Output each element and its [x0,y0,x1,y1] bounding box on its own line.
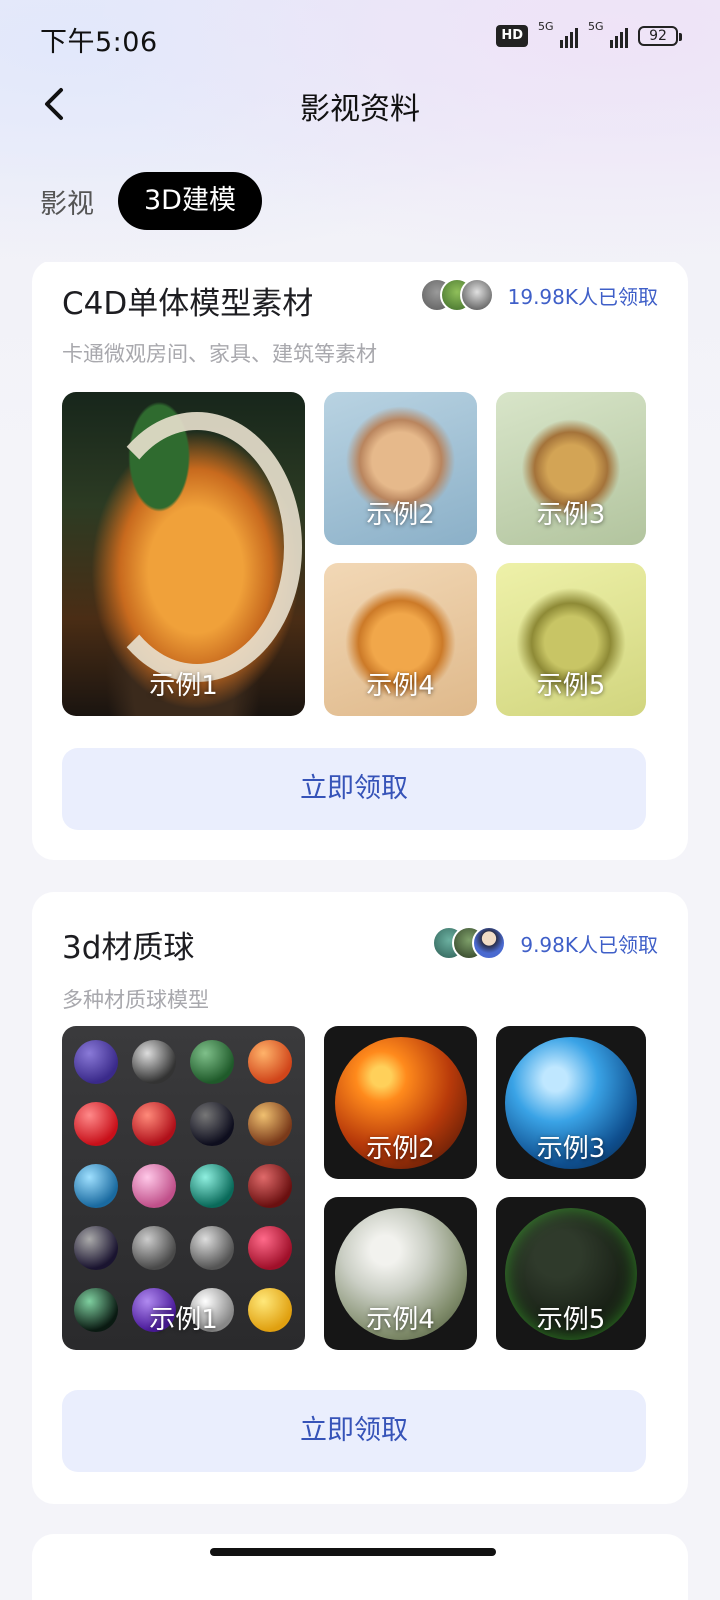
card-subtitle: 多种材质球模型 [62,988,209,1012]
sample-grid: 示例1 示例2 示例3 示例4 示例5 [62,392,646,716]
sample-image[interactable]: 示例1 [62,1026,305,1350]
signal-icon-1: 5G [538,20,578,48]
sample-image[interactable]: 示例1 [62,392,305,716]
signal-icon-2: 5G [588,20,628,48]
sample-image[interactable]: 示例3 [496,392,646,545]
card-title: 3d材质球 [62,930,195,966]
sample-label: 示例5 [536,671,606,701]
sample-image[interactable]: 示例4 [324,1197,477,1350]
sample-label: 示例2 [366,1134,435,1164]
tab-film[interactable]: 影视 [40,182,94,221]
sample-image[interactable]: 示例5 [496,563,646,716]
resource-card: 3d材质球 9.98K人已领取 多种材质球模型 示例1 示例2 示例3 示例4 … [32,892,688,1504]
claim-button[interactable]: 立即领取 [62,748,646,830]
sample-image[interactable]: 示例4 [324,563,477,716]
resource-list[interactable]: C4D单体模型素材 19.98K人已领取 卡通微观房间、家具、建筑等素材 示例1… [0,262,720,1600]
claim-count: 19.98K人已领取 [507,284,658,309]
claim-count: 9.98K人已领取 [520,932,658,957]
resource-card: C4D单体模型素材 19.98K人已领取 卡通微观房间、家具、建筑等素材 示例1… [32,262,688,860]
resource-card-next [32,1534,688,1600]
claim-info: 9.98K人已领取 [432,926,658,960]
claim-info: 19.98K人已领取 [419,278,658,312]
sample-label: 示例4 [366,671,435,701]
home-indicator[interactable] [210,1548,496,1556]
sample-label: 示例5 [536,1305,606,1335]
page-header: 影视资料 [0,76,720,132]
hd-voice-icon: HD [496,25,528,47]
network-type-label: 5G [538,20,554,33]
avatar [459,278,494,312]
avatar-group [419,278,494,312]
category-tabs: 影视 3D建模 [40,172,262,230]
page-title: 影视资料 [300,92,420,127]
sample-label: 示例1 [149,671,218,701]
network-type-label: 5G [588,20,604,33]
sample-label: 示例3 [536,500,606,530]
sample-label: 示例3 [536,1134,606,1164]
sample-image[interactable]: 示例2 [324,1026,477,1179]
sample-image[interactable]: 示例5 [496,1197,646,1350]
status-icons: HD 5G 5G 92 [496,20,682,48]
card-subtitle: 卡通微观房间、家具、建筑等素材 [62,342,377,366]
status-bar: 下午5:06 HD 5G 5G 92 [0,0,720,76]
avatar-group [432,926,507,960]
sample-label: 示例1 [149,1305,218,1335]
sample-image[interactable]: 示例3 [496,1026,646,1179]
tab-3d-modeling[interactable]: 3D建模 [118,172,262,230]
sample-label: 示例2 [366,500,435,530]
sample-grid: 示例1 示例2 示例3 示例4 示例5 [62,1026,646,1350]
status-time: 下午5:06 [40,27,158,58]
sample-image[interactable]: 示例2 [324,392,477,545]
battery-icon: 92 [638,26,682,46]
sample-label: 示例4 [366,1305,435,1335]
card-title: C4D单体模型素材 [62,286,314,322]
claim-button[interactable]: 立即领取 [62,1390,646,1472]
avatar [472,926,507,960]
